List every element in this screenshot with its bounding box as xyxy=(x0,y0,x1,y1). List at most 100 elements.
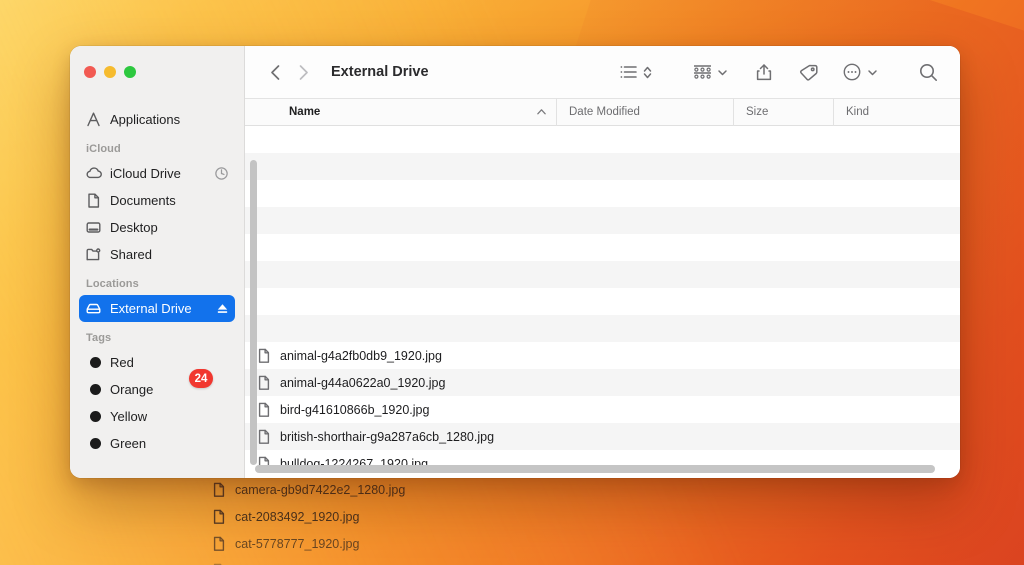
sidebar-item-label: Desktop xyxy=(110,220,158,235)
file-icon xyxy=(257,429,271,445)
window-titlebar xyxy=(70,46,244,98)
vertical-scrollbar[interactable] xyxy=(250,160,257,465)
more-options-group[interactable] xyxy=(838,58,878,86)
table-row-empty xyxy=(245,261,960,288)
desktop-icon xyxy=(85,219,102,236)
column-headers: Name Date Modified Size Kind xyxy=(245,98,960,126)
ellipsis-circle-icon[interactable] xyxy=(838,58,866,86)
sidebar-group-tags: Tags xyxy=(86,332,112,344)
sidebar-item-label: Red xyxy=(110,355,134,370)
desktop-wallpaper: camera-gb9d7422e2_1280.jpg cat-2083492_19… xyxy=(0,0,1024,565)
external-drive-icon xyxy=(85,300,102,317)
overflow-file-row: cat-5126323_1920.jpg xyxy=(212,557,732,565)
tag-dot-icon xyxy=(89,411,101,422)
grid-view-icon[interactable] xyxy=(688,58,716,86)
column-header-label: Name xyxy=(289,106,321,118)
sidebar-scroll-area: Applications iCloud iCloud Drive Documents D… xyxy=(70,98,244,457)
file-list: animal-g4a2fb0db9_1920.jpg animal-g44a062… xyxy=(245,126,960,478)
sidebar-group-locations: Locations xyxy=(86,278,139,290)
tag-dot-icon xyxy=(85,354,102,371)
column-header-label: Kind xyxy=(846,106,870,118)
table-row[interactable]: animal-g44a0622a0_1920.jpg xyxy=(245,369,960,396)
column-header-size[interactable]: Size xyxy=(734,98,834,126)
group-by-group[interactable] xyxy=(688,58,728,86)
file-icon xyxy=(257,402,271,418)
column-header-label: Date Modified xyxy=(569,106,640,118)
sidebar-item-external-drive[interactable]: External Drive xyxy=(79,295,235,322)
sidebar-group-icloud: iCloud xyxy=(86,143,121,155)
chevron-down-icon-more[interactable] xyxy=(867,68,878,77)
sidebar-item-label: Yellow xyxy=(110,409,148,424)
sidebar-item-label: Orange xyxy=(110,382,154,397)
sidebar-item-applications[interactable]: Applications xyxy=(79,106,235,133)
table-row-empty xyxy=(245,126,960,153)
file-name: animal-g4a2fb0db9_1920.jpg xyxy=(280,348,442,363)
tag-dot-icon xyxy=(85,408,102,425)
column-header-name[interactable]: Name xyxy=(245,98,557,126)
sidebar-item-label: External Drive xyxy=(110,301,192,316)
view-options-group[interactable] xyxy=(614,58,652,86)
table-row-empty xyxy=(245,234,960,261)
sidebar-item-desktop[interactable]: Desktop xyxy=(79,214,235,241)
tag-dot-icon xyxy=(85,381,102,398)
table-row[interactable]: bird-g41610866b_1920.jpg xyxy=(245,396,960,423)
tag-dot-icon xyxy=(89,357,101,368)
file-name: cat-2083492_1920.jpg xyxy=(235,509,360,524)
tag-dot-icon xyxy=(89,438,101,449)
sidebar-item-yellow[interactable]: Yellow xyxy=(79,403,235,430)
sidebar-item-green[interactable]: Green xyxy=(79,430,235,457)
cloud-icon xyxy=(85,165,102,182)
column-header-label: Size xyxy=(746,106,769,118)
file-name: british-shorthair-g9a287a6cb_1280.jpg xyxy=(280,429,495,444)
column-header-kind[interactable]: Kind xyxy=(834,98,960,126)
minimize-button[interactable] xyxy=(104,66,116,78)
sidebar-item-icloud-drive[interactable]: iCloud Drive xyxy=(79,160,235,187)
chevron-down-icon-view[interactable] xyxy=(717,68,728,77)
forward-button[interactable] xyxy=(289,58,317,86)
table-row[interactable]: british-shorthair-g9a287a6cb_1280.jpg xyxy=(245,423,960,450)
share-icon[interactable] xyxy=(750,58,778,86)
overflow-file-list: camera-gb9d7422e2_1280.jpg cat-2083492_19… xyxy=(212,476,732,565)
table-row-empty xyxy=(245,207,960,234)
sidebar-item-documents[interactable]: Documents xyxy=(79,187,235,214)
download-progress-icon[interactable] xyxy=(214,166,229,181)
table-row-empty xyxy=(245,315,960,342)
file-name: camera-gb9d7422e2_1280.jpg xyxy=(235,482,406,497)
table-row-empty xyxy=(245,180,960,207)
search-icon[interactable] xyxy=(914,58,942,86)
file-icon xyxy=(212,482,226,498)
table-row-empty xyxy=(245,153,960,180)
finder-window: Applications iCloud iCloud Drive Documents D… xyxy=(70,46,960,478)
file-icon xyxy=(212,536,226,552)
back-button[interactable] xyxy=(261,58,289,86)
chevron-updown-icon[interactable] xyxy=(643,65,652,80)
sidebar-item-label: iCloud Drive xyxy=(110,166,181,181)
overflow-file-row: cat-5778777_1920.jpg xyxy=(212,530,732,557)
column-header-date[interactable]: Date Modified xyxy=(557,98,734,126)
table-row[interactable]: animal-g4a2fb0db9_1920.jpg xyxy=(245,342,960,369)
sidebar: Applications iCloud iCloud Drive Documents D… xyxy=(70,46,245,478)
list-view-icon[interactable] xyxy=(614,58,642,86)
eject-icon[interactable] xyxy=(216,302,229,315)
tag-dot-icon xyxy=(85,435,102,452)
sidebar-item-label: Applications xyxy=(110,112,181,127)
close-button[interactable] xyxy=(84,66,96,78)
toolbar: External Drive xyxy=(245,46,960,98)
sidebar-item-label: Green xyxy=(110,436,147,451)
overflow-file-row: cat-2083492_1920.jpg xyxy=(212,503,732,530)
table-row-empty xyxy=(245,288,960,315)
sidebar-item-label: Shared xyxy=(110,247,152,262)
sidebar-item-red[interactable]: Red xyxy=(79,349,235,376)
external-drive-badge: 24 xyxy=(189,369,213,388)
sidebar-item-shared[interactable]: Shared xyxy=(79,241,235,268)
horizontal-scrollbar[interactable] xyxy=(255,465,935,473)
file-name: animal-g44a0622a0_1920.jpg xyxy=(280,375,446,390)
tag-icon[interactable] xyxy=(794,58,822,86)
main-pane: External Drive Name Date Modified Size K… xyxy=(245,46,960,478)
sidebar-item-label: Documents xyxy=(110,193,176,208)
applications-icon xyxy=(85,111,102,128)
maximize-button[interactable] xyxy=(124,66,136,78)
shared-folder-icon xyxy=(85,246,102,263)
file-icon xyxy=(212,509,226,525)
overflow-file-row: camera-gb9d7422e2_1280.jpg xyxy=(212,476,732,503)
